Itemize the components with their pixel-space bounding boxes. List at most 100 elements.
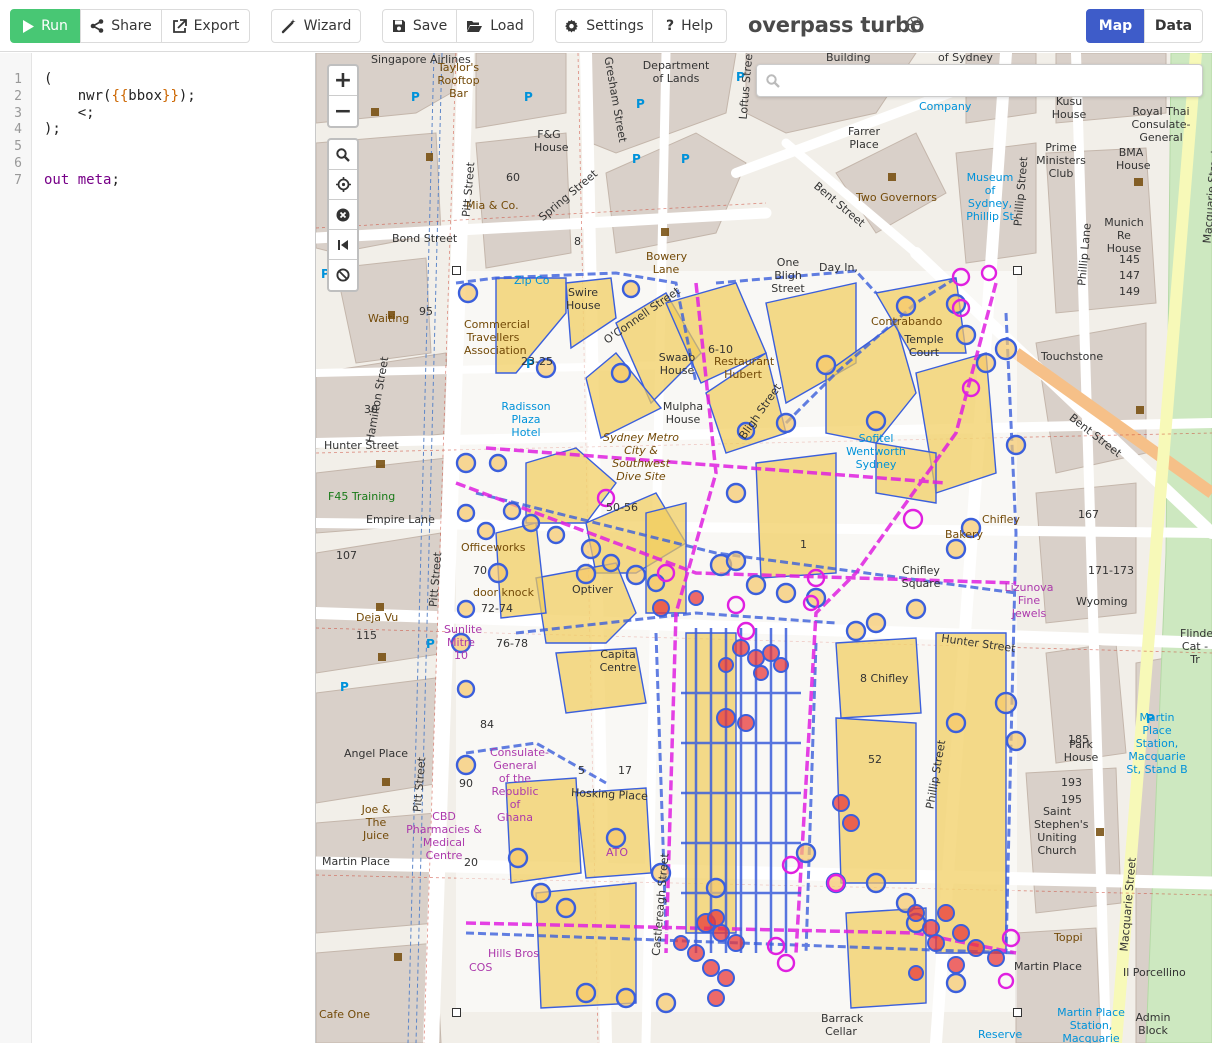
map-label: Touchstone: [1041, 350, 1104, 363]
map-label: door knock: [473, 586, 534, 599]
map-label: Munich Re House: [1104, 216, 1144, 255]
map-label: 84: [480, 718, 494, 731]
map-label: 167: [1078, 508, 1099, 521]
map-label: Prime Ministers Club: [1036, 141, 1086, 180]
question-icon: ?: [665, 18, 675, 34]
map-label: Temple Court: [904, 333, 944, 359]
map-label: Restaurant Hubert: [714, 355, 775, 381]
zoom-in-button[interactable]: +: [329, 66, 357, 96]
map-view[interactable]: PPP PPP PPP PP Singapore Airlines Taylor…: [316, 53, 1212, 1043]
map-label: Mulpha House: [662, 400, 704, 426]
map-label: Sydney Metro City & Southwest Dive Site: [602, 431, 680, 483]
map-label: Martin Place: [322, 855, 390, 868]
map-label: Museum of Sydney, Phillip St: [966, 171, 1014, 223]
map-label: Reserve: [978, 1028, 1023, 1041]
export-button[interactable]: Export: [161, 9, 250, 43]
map-label: Hills Bros: [488, 947, 539, 960]
map-label: Royal Thai Consulate-General: [1131, 105, 1191, 144]
line-number: 6: [14, 156, 22, 171]
map-label: Chifley Square: [901, 564, 941, 590]
bbox-handle[interactable]: [452, 1008, 461, 1017]
map-label: 60: [506, 171, 520, 184]
gear-icon: [565, 19, 579, 32]
map-label: 193: [1061, 776, 1082, 789]
run-button[interactable]: Run: [10, 9, 80, 43]
map-label: 70: [473, 564, 487, 577]
svg-text:P: P: [426, 637, 435, 651]
play-icon: [23, 19, 35, 33]
floppy-disk-icon: [392, 20, 405, 32]
map-label: Department of Lands: [642, 59, 710, 85]
map-label: 8: [574, 235, 581, 248]
map-label: Il Porcellino: [1123, 966, 1186, 979]
map-label: Swire House: [566, 286, 601, 312]
map-label: Kusu House: [1051, 95, 1087, 121]
map-label: Admin Block: [1135, 1011, 1171, 1037]
map-search-input[interactable]: [789, 69, 1189, 93]
map-label: COS: [469, 961, 493, 974]
svg-text:P: P: [632, 152, 641, 166]
tab-data[interactable]: Data: [1144, 9, 1203, 43]
map-label: Waiting: [368, 312, 410, 325]
line-number: 1: [14, 72, 22, 87]
hide-data-button[interactable]: [329, 260, 357, 290]
save-button[interactable]: Save: [382, 9, 457, 43]
settings-button[interactable]: Settings: [555, 9, 653, 43]
map-label: Park House: [1063, 738, 1099, 764]
map-label: 171-173: [1088, 564, 1134, 577]
map-label: Chifley: [982, 513, 1020, 526]
map-label: Building: [826, 53, 871, 64]
map-label: Bakery: [944, 528, 984, 541]
bbox-handle[interactable]: [1013, 1008, 1022, 1017]
bbox-handle[interactable]: [452, 266, 461, 275]
zoom-out-button[interactable]: −: [329, 96, 357, 126]
app-title: overpass turbo: [748, 13, 925, 37]
map-label: Swaab House: [658, 351, 696, 377]
clear-data-button[interactable]: [329, 200, 357, 230]
map-label: Day In,: [819, 261, 858, 274]
step-backward-icon: [338, 239, 348, 250]
map-label: Saint Stephen's Uniting Church: [1034, 805, 1089, 857]
map-label: 50-56: [606, 501, 638, 514]
map-label: Radisson Plaza Hotel: [501, 400, 551, 439]
map-label: Deja Vu: [356, 611, 399, 624]
query-editor[interactable]: 1 2 3 4 5 6 7 ( nwr({{bbox}}); <; ); out…: [0, 53, 316, 1043]
magnifier-icon: [336, 147, 350, 162]
code-line: );: [44, 121, 61, 137]
zoom-control: + −: [327, 64, 359, 128]
map-label: Consulate-General of the Republic of Gha…: [490, 746, 549, 824]
load-button[interactable]: Load: [456, 9, 534, 43]
map-label: of Sydney: [938, 53, 993, 64]
line-number: 5: [14, 139, 22, 154]
map-label: 1: [800, 538, 807, 551]
map-label: Commercial Travellers Association: [464, 318, 530, 357]
external-link-icon: [172, 18, 187, 33]
tab-map[interactable]: Map: [1086, 9, 1145, 43]
map-label: 95: [419, 305, 433, 318]
locate-me-button[interactable]: [329, 170, 357, 200]
map-label: 23-25: [521, 355, 553, 368]
svg-text:P: P: [524, 90, 533, 104]
map-label: Optiver: [572, 583, 613, 596]
wizard-button[interactable]: Wizard: [271, 9, 361, 43]
bbox-handle[interactable]: [1013, 266, 1022, 275]
line-number: 3: [14, 106, 22, 121]
svg-text:P: P: [411, 90, 420, 104]
map-label: Zip Co: [514, 274, 550, 287]
map-label: 115: [356, 629, 377, 642]
restore-view-button[interactable]: [329, 230, 357, 260]
line-number: 2: [14, 89, 22, 104]
map-label: Officeworks: [461, 541, 526, 554]
map-label: Sunlite Mitre 10: [444, 623, 483, 662]
map-label: Empire Lane: [366, 513, 435, 526]
map-label: Taylor's Rooftop Bar: [437, 61, 480, 100]
zoom-to-data-button[interactable]: [329, 140, 357, 170]
map-label: CBD Pharmacies & Medical Centre: [406, 810, 482, 862]
share-button[interactable]: Share: [80, 9, 162, 43]
svg-text:P: P: [340, 680, 349, 694]
map-label: Angel Place: [344, 747, 409, 760]
map-label: 5: [578, 764, 585, 777]
map-label: Lizunova Fine Jewels: [1004, 581, 1054, 620]
svg-text:P: P: [681, 152, 690, 166]
help-button[interactable]: ? Help: [652, 9, 727, 43]
